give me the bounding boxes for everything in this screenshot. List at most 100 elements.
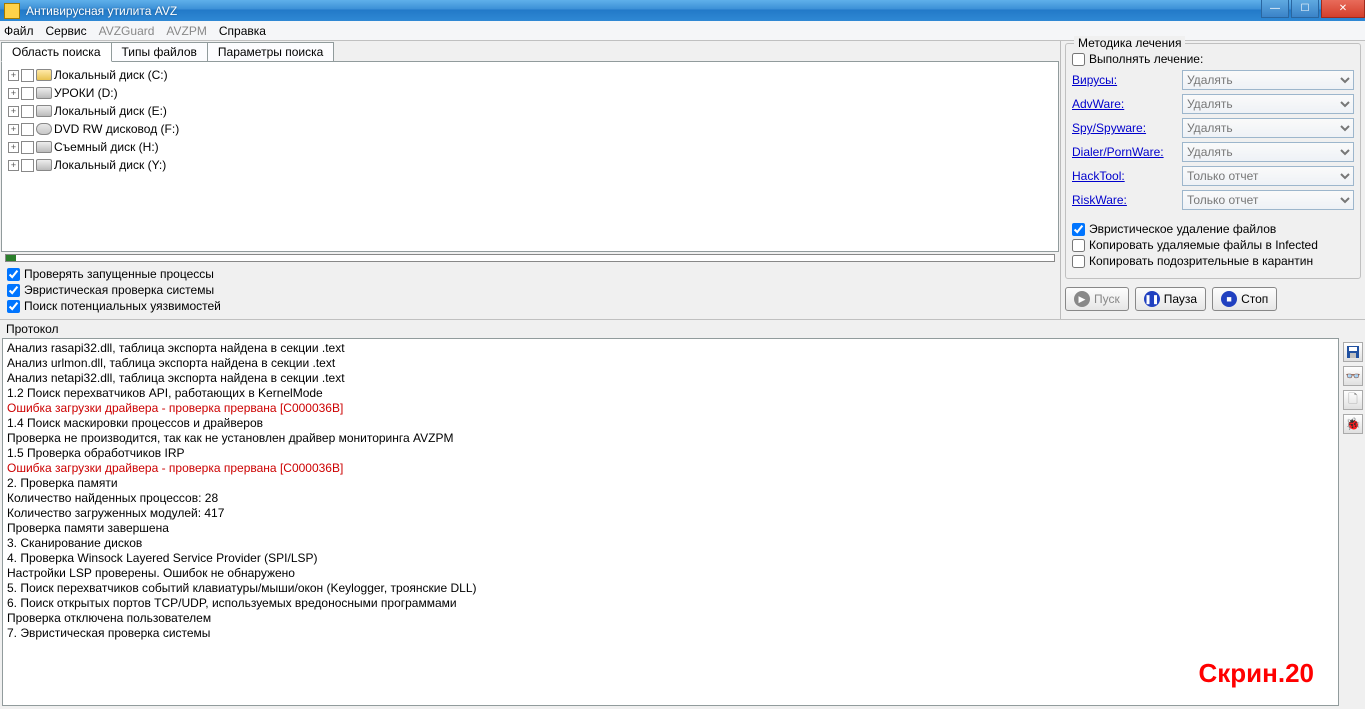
menu-avzguard[interactable]: AVZGuard	[99, 24, 155, 38]
log-line: 5. Поиск перехватчиков событий клавиатур…	[7, 581, 1334, 596]
log-line: Анализ netapi32.dll, таблица экспорта на…	[7, 371, 1334, 386]
drive-checkbox[interactable]	[21, 87, 34, 100]
app-icon	[4, 3, 20, 19]
log-line: Проверка не производится, так как не уст…	[7, 431, 1334, 446]
drive-checkbox[interactable]	[21, 69, 34, 82]
perform-treatment-row[interactable]: Выполнять лечение:	[1072, 52, 1354, 66]
heur-delete-row[interactable]: Эвристическое удаление файлов	[1072, 222, 1354, 236]
clear-log-button[interactable]: 🗋	[1343, 390, 1363, 410]
menu-help[interactable]: Справка	[219, 24, 266, 38]
log-line: 2. Проверка памяти	[7, 476, 1334, 491]
opt-vuln[interactable]: Поиск потенциальных уязвимостей	[7, 298, 1053, 314]
control-buttons: ▶Пуск ❚❚Пауза ■Стоп	[1065, 287, 1361, 311]
log-line: 4. Проверка Winsock Layered Service Prov…	[7, 551, 1334, 566]
progress-bar	[5, 254, 1055, 262]
drive-icon	[36, 105, 52, 117]
tab-file-types[interactable]: Типы файлов	[111, 42, 208, 62]
drive-icon	[36, 159, 52, 171]
opt-check-processes-checkbox[interactable]	[7, 268, 20, 281]
threat-type-link[interactable]: HackTool:	[1072, 169, 1182, 183]
tab-search-area[interactable]: Область поиска	[1, 42, 112, 62]
drive-item[interactable]: + DVD RW дисковод (F:)	[8, 120, 1052, 138]
threat-type-link[interactable]: AdvWare:	[1072, 97, 1182, 111]
threat-type-link[interactable]: RiskWare:	[1072, 193, 1182, 207]
treatment-row: HackTool:Только отчет	[1072, 166, 1354, 186]
threat-action-select[interactable]: Удалять	[1182, 70, 1354, 90]
log-line: Проверка памяти завершена	[7, 521, 1334, 536]
log-toolbar: 👓 🗋 🐞	[1341, 338, 1365, 706]
expand-icon[interactable]: +	[8, 106, 19, 117]
menu-service[interactable]: Сервис	[46, 24, 87, 38]
drive-checkbox[interactable]	[21, 141, 34, 154]
minimize-button[interactable]: —	[1261, 0, 1289, 18]
protocol-label: Протокол	[0, 319, 1365, 338]
stop-button[interactable]: ■Стоп	[1212, 287, 1277, 311]
pause-button[interactable]: ❚❚Пауза	[1135, 287, 1206, 311]
left-panel: Область поиска Типы файлов Параметры пои…	[0, 41, 1060, 319]
treatment-row: Spy/Spyware:Удалять	[1072, 118, 1354, 138]
start-button[interactable]: ▶Пуск	[1065, 287, 1129, 311]
window-controls: — ☐ ✕	[1259, 0, 1365, 18]
copy-infected-row[interactable]: Копировать удаляемые файлы в Infected	[1072, 238, 1354, 252]
log-line: 1.2 Поиск перехватчиков API, работающих …	[7, 386, 1334, 401]
drive-item[interactable]: +Локальный диск (C:)	[8, 66, 1052, 84]
expand-icon[interactable]: +	[8, 160, 19, 171]
log-line: 1.5 Проверка обработчиков IRP	[7, 446, 1334, 461]
drive-checkbox[interactable]	[21, 159, 34, 172]
copy-quarantine-checkbox[interactable]	[1072, 255, 1085, 268]
drive-icon	[36, 69, 52, 81]
heur-delete-checkbox[interactable]	[1072, 223, 1085, 236]
expand-icon[interactable]: +	[8, 70, 19, 81]
drive-checkbox[interactable]	[21, 123, 34, 136]
threat-type-link[interactable]: Dialer/PornWare:	[1072, 145, 1182, 159]
copy-quarantine-row[interactable]: Копировать подозрительные в карантин	[1072, 254, 1354, 268]
opt-check-processes[interactable]: Проверять запущенные процессы	[7, 266, 1053, 282]
opt-heuristic-checkbox[interactable]	[7, 284, 20, 297]
save-log-button[interactable]	[1343, 342, 1363, 362]
threat-action-select[interactable]: Удалять	[1182, 142, 1354, 162]
threat-action-select[interactable]: Только отчет	[1182, 166, 1354, 186]
tab-search-params[interactable]: Параметры поиска	[207, 42, 334, 62]
tabs: Область поиска Типы файлов Параметры пои…	[1, 42, 1059, 62]
view-log-button[interactable]: 👓	[1343, 366, 1363, 386]
drive-label: Локальный диск (E:)	[54, 104, 167, 118]
drive-checkbox[interactable]	[21, 105, 34, 118]
log-line: 6. Поиск открытых портов TCP/UDP, исполь…	[7, 596, 1334, 611]
drive-item[interactable]: +Локальный диск (Y:)	[8, 156, 1052, 174]
expand-icon[interactable]: +	[8, 124, 19, 135]
scan-options: Проверять запущенные процессы Эвристичес…	[1, 264, 1059, 318]
threat-action-select[interactable]: Удалять	[1182, 118, 1354, 138]
drive-label: Съемный диск (H:)	[54, 140, 159, 154]
log-line: Количество загруженных модулей: 417	[7, 506, 1334, 521]
opt-vuln-checkbox[interactable]	[7, 300, 20, 313]
threat-type-link[interactable]: Вирусы:	[1072, 73, 1182, 87]
treatment-title: Методика лечения	[1074, 36, 1185, 50]
window-title: Антивирусная утилита AVZ	[26, 4, 177, 18]
close-button[interactable]: ✕	[1321, 0, 1365, 18]
drive-item[interactable]: + Съемный диск (H:)	[8, 138, 1052, 156]
menu-file[interactable]: Файл	[4, 24, 34, 38]
threat-action-select[interactable]: Только отчет	[1182, 190, 1354, 210]
threat-action-select[interactable]: Удалять	[1182, 94, 1354, 114]
threat-type-link[interactable]: Spy/Spyware:	[1072, 121, 1182, 135]
web-button[interactable]: 🐞	[1343, 414, 1363, 434]
drive-item[interactable]: + Локальный диск (E:)	[8, 102, 1052, 120]
expand-icon[interactable]: +	[8, 142, 19, 153]
expand-icon[interactable]: +	[8, 88, 19, 99]
maximize-button[interactable]: ☐	[1291, 0, 1319, 18]
drive-item[interactable]: +УРОКИ (D:)	[8, 84, 1052, 102]
perform-treatment-checkbox[interactable]	[1072, 53, 1085, 66]
log-line: Ошибка загрузки драйвера - проверка прер…	[7, 401, 1334, 416]
treatment-row: Вирусы:Удалять	[1072, 70, 1354, 90]
treatment-panel: Методика лечения Выполнять лечение: Виру…	[1060, 41, 1365, 319]
drive-label: DVD RW дисковод (F:)	[54, 122, 179, 136]
opt-heuristic[interactable]: Эвристическая проверка системы	[7, 282, 1053, 298]
log-line: Анализ rasapi32.dll, таблица экспорта на…	[7, 341, 1334, 356]
treatment-group: Методика лечения Выполнять лечение: Виру…	[1065, 43, 1361, 279]
protocol-log[interactable]: Анализ rasapi32.dll, таблица экспорта на…	[2, 338, 1339, 706]
watermark: Скрин.20	[1198, 666, 1314, 681]
menu-avzpm[interactable]: AVZPM	[166, 24, 206, 38]
drive-tree[interactable]: +Локальный диск (C:)+УРОКИ (D:)+Локальны…	[1, 61, 1059, 252]
copy-infected-checkbox[interactable]	[1072, 239, 1085, 252]
pause-icon: ❚❚	[1144, 291, 1160, 307]
